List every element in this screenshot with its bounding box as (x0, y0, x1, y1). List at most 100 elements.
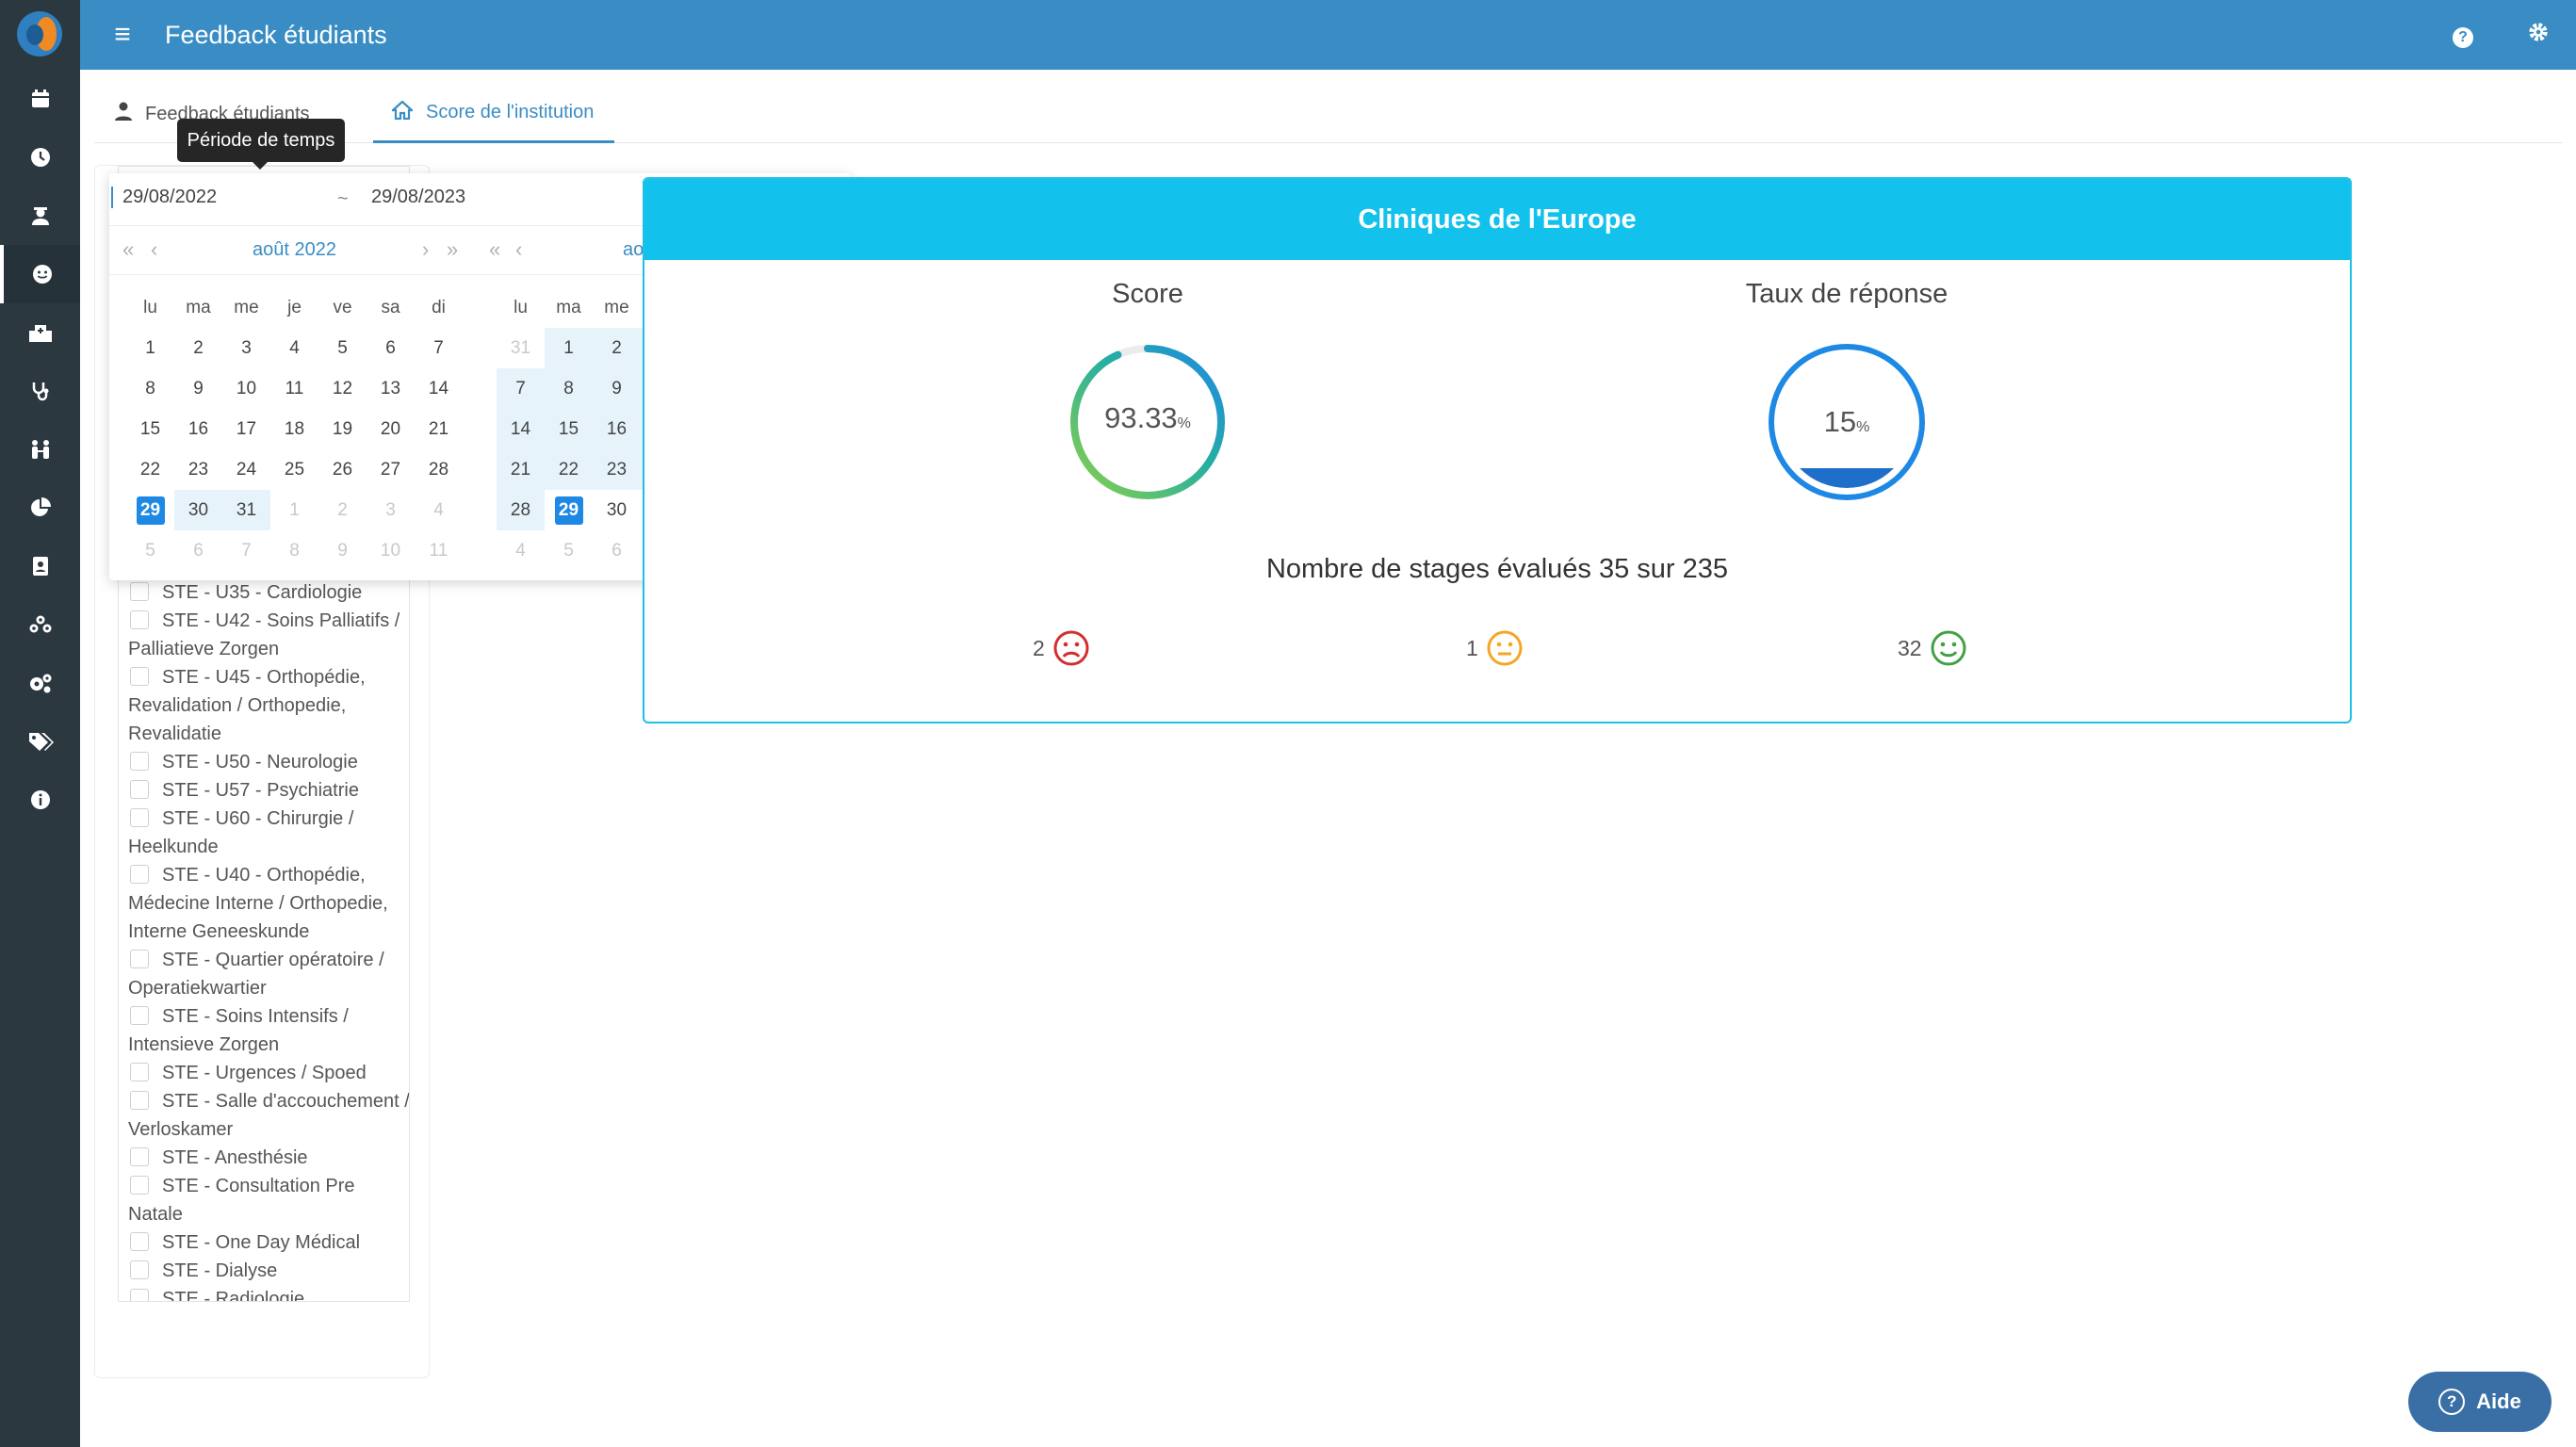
unit-checkbox[interactable] (130, 808, 149, 827)
calendar-day[interactable]: 15 (126, 409, 174, 449)
smile-icon[interactable] (0, 245, 80, 303)
unit-item[interactable]: STE - Salle d'accouchement / Verloskamer (128, 1087, 409, 1144)
calendar-day[interactable]: 7 (497, 368, 545, 409)
unit-item[interactable]: STE - Dialyse (128, 1257, 409, 1285)
settings-button[interactable] (2501, 22, 2576, 49)
calendar-day[interactable]: 29 (126, 490, 174, 530)
start-date-input[interactable]: 29/08/2022 (111, 187, 217, 208)
calendar-day[interactable]: 1 (126, 328, 174, 368)
clock-icon[interactable] (0, 128, 80, 187)
unit-checkbox[interactable] (130, 950, 149, 968)
app-logo[interactable] (17, 11, 62, 57)
calendar-day[interactable]: 8 (126, 368, 174, 409)
calendar-day[interactable]: 16 (593, 409, 641, 449)
calendar-day[interactable]: 20 (367, 409, 415, 449)
contact-book-icon[interactable] (0, 537, 80, 595)
unit-item[interactable]: STE - U45 - Orthopédie, Revalidation / O… (128, 663, 409, 748)
end-date-input[interactable]: 29/08/2023 (371, 187, 465, 208)
unit-item[interactable]: STE - Anesthésie (128, 1144, 409, 1172)
prev-month-icon[interactable]: ‹ (515, 237, 522, 262)
unit-item[interactable]: STE - Consultation Pre Natale (128, 1172, 409, 1228)
neutral-feedback[interactable]: 1 (1466, 629, 1524, 667)
calendar-day[interactable]: 2 (318, 490, 367, 530)
unit-item[interactable]: STE - Radiologie (128, 1285, 409, 1301)
calendar-day[interactable]: 1 (270, 490, 318, 530)
calendar-day[interactable]: 6 (593, 530, 641, 571)
calendar-day[interactable]: 2 (174, 328, 222, 368)
unit-item[interactable]: STE - U57 - Psychiatrie (128, 776, 409, 805)
hospital-icon[interactable] (0, 303, 80, 362)
calendar-day[interactable]: 31 (222, 490, 270, 530)
calendar-day[interactable]: 9 (174, 368, 222, 409)
negative-feedback[interactable]: 2 (1033, 629, 1090, 667)
graduate-icon[interactable] (0, 187, 80, 245)
calendar-day[interactable]: 7 (222, 530, 270, 571)
calendar-day[interactable]: 22 (545, 449, 593, 490)
unit-checkbox[interactable] (130, 1176, 149, 1195)
calendar-day[interactable]: 5 (318, 328, 367, 368)
calendar-day[interactable]: 8 (545, 368, 593, 409)
calendar-day[interactable]: 17 (222, 409, 270, 449)
unit-checkbox[interactable] (130, 582, 149, 601)
calendar-day[interactable]: 9 (318, 530, 367, 571)
unit-item[interactable]: STE - U40 - Orthopédie, Médecine Interne… (128, 861, 409, 946)
calendar-day[interactable]: 4 (415, 490, 463, 530)
unit-item[interactable]: STE - Quartier opératoire / Operatiekwar… (128, 946, 409, 1002)
calendar-day[interactable]: 1 (545, 328, 593, 368)
unit-item[interactable]: STE - Urgences / Spoed (128, 1059, 409, 1087)
calendar-day[interactable]: 5 (126, 530, 174, 571)
calendar-day[interactable]: 13 (367, 368, 415, 409)
calendar-day[interactable]: 27 (367, 449, 415, 490)
calendar-day[interactable]: 29 (545, 490, 593, 530)
settings-gears-icon[interactable] (0, 654, 80, 712)
calendar-day[interactable]: 24 (222, 449, 270, 490)
unit-checkbox[interactable] (130, 1289, 149, 1301)
calendar-day[interactable]: 19 (318, 409, 367, 449)
calendar-day[interactable]: 10 (222, 368, 270, 409)
prev-year-icon[interactable]: « (489, 237, 500, 262)
people-icon[interactable] (0, 420, 80, 479)
unit-checkbox[interactable] (130, 780, 149, 799)
calendar-day[interactable]: 15 (545, 409, 593, 449)
pie-chart-icon[interactable] (0, 479, 80, 537)
unit-checkbox[interactable] (130, 865, 149, 884)
unit-checkbox[interactable] (130, 1147, 149, 1166)
calendar-day[interactable]: 16 (174, 409, 222, 449)
calendar-day[interactable]: 11 (270, 368, 318, 409)
calendar-day[interactable]: 6 (174, 530, 222, 571)
unit-checkbox[interactable] (130, 752, 149, 771)
calendar-day[interactable]: 23 (174, 449, 222, 490)
unit-checkbox[interactable] (130, 667, 149, 686)
next-year-icon[interactable]: » (447, 237, 458, 262)
calendar-day[interactable]: 26 (318, 449, 367, 490)
calendar-day[interactable]: 28 (415, 449, 463, 490)
unit-item[interactable]: STE - U42 - Soins Palliatifs / Palliatie… (128, 607, 409, 663)
unit-item[interactable]: STE - U35 - Cardiologie (128, 578, 409, 607)
calendar-day[interactable]: 4 (497, 530, 545, 571)
prev-year-icon[interactable]: « (122, 237, 134, 262)
unit-item[interactable]: STE - Soins Intensifs / Intensieve Zorge… (128, 1002, 409, 1059)
calendar-day[interactable]: 3 (222, 328, 270, 368)
unit-item[interactable]: STE - U50 - Neurologie (128, 748, 409, 776)
calendar-day[interactable]: 11 (415, 530, 463, 571)
calendar-day[interactable]: 22 (126, 449, 174, 490)
hamburger-menu-icon[interactable]: ≡ (80, 19, 165, 51)
unit-item[interactable]: STE - U60 - Chirurgie / Heelkunde (128, 805, 409, 861)
calendar-day[interactable]: 14 (497, 409, 545, 449)
calendar-day[interactable]: 25 (270, 449, 318, 490)
calendar-icon[interactable] (0, 70, 80, 128)
next-month-icon[interactable]: › (422, 237, 429, 262)
tags-icon[interactable] (0, 712, 80, 771)
calendar-day[interactable]: 12 (318, 368, 367, 409)
unit-checkbox[interactable] (130, 610, 149, 629)
calendar-day[interactable]: 3 (367, 490, 415, 530)
prev-month-icon[interactable]: ‹ (151, 237, 157, 262)
unit-checkbox[interactable] (130, 1091, 149, 1110)
tab-score-institution[interactable]: Score de l'institution (373, 85, 615, 143)
unit-checkbox[interactable] (130, 1260, 149, 1279)
calendar-day[interactable]: 18 (270, 409, 318, 449)
network-icon[interactable] (0, 595, 80, 654)
aide-help-button[interactable]: ? Aide (2408, 1372, 2552, 1432)
calendar-day[interactable]: 5 (545, 530, 593, 571)
unit-checkbox[interactable] (130, 1063, 149, 1081)
